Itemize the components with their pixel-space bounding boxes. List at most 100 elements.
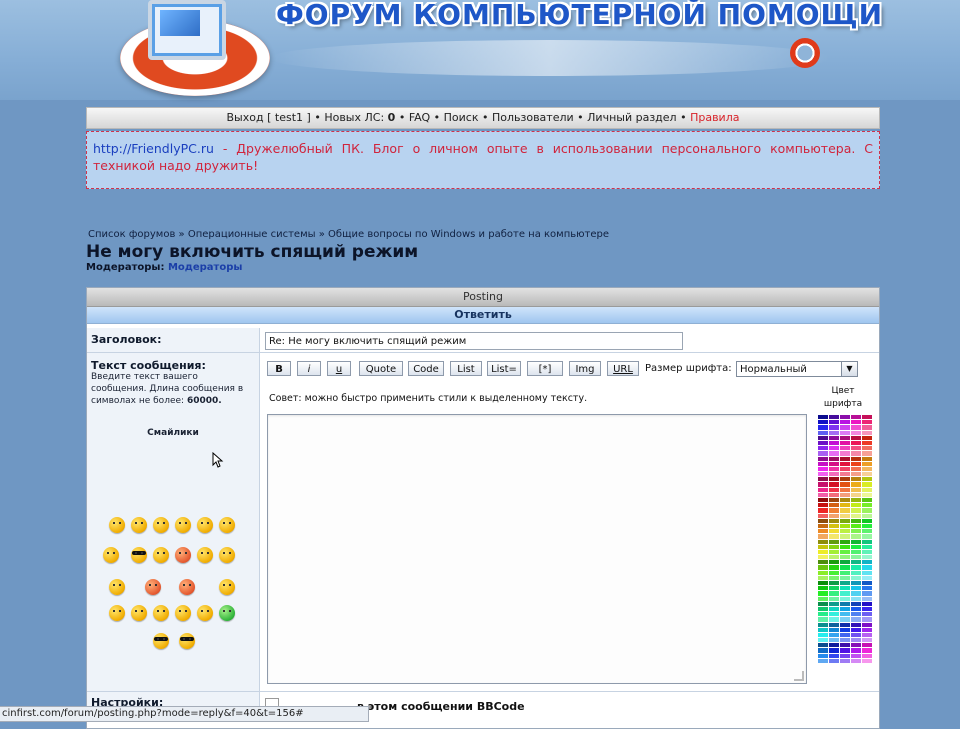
color-swatch[interactable] [829, 539, 839, 544]
color-swatch[interactable] [829, 622, 839, 627]
color-swatch[interactable] [851, 586, 861, 591]
smiley-icon[interactable] [197, 605, 213, 621]
color-swatch[interactable] [818, 451, 828, 456]
color-swatch[interactable] [851, 591, 861, 596]
color-swatch[interactable] [851, 658, 861, 663]
users-link[interactable]: Пользователи [492, 111, 574, 124]
color-swatch[interactable] [851, 477, 861, 482]
color-swatch[interactable] [818, 632, 828, 638]
color-swatch[interactable] [829, 601, 839, 606]
color-swatch[interactable] [862, 518, 872, 523]
color-swatch[interactable] [840, 612, 850, 617]
smiley-icon[interactable] [153, 633, 169, 649]
color-swatch[interactable] [851, 498, 861, 503]
list-item-button[interactable]: [*] [527, 361, 563, 376]
color-swatch[interactable] [829, 555, 839, 560]
color-swatch[interactable] [829, 498, 839, 503]
color-swatch[interactable] [829, 617, 839, 622]
color-swatch[interactable] [829, 586, 839, 591]
subject-input[interactable] [265, 332, 683, 350]
code-button[interactable]: Code [408, 361, 444, 376]
image-button[interactable]: Img [569, 361, 601, 376]
color-swatch[interactable] [862, 508, 872, 513]
color-swatch[interactable] [818, 487, 828, 492]
color-swatch[interactable] [862, 534, 872, 539]
color-swatch[interactable] [862, 643, 872, 648]
color-swatch[interactable] [851, 472, 861, 477]
color-swatch[interactable] [840, 435, 850, 440]
color-swatch[interactable] [818, 472, 828, 477]
smiley-icon[interactable] [219, 547, 235, 563]
smiley-icon[interactable] [197, 547, 213, 563]
color-swatch[interactable] [862, 575, 872, 580]
color-swatch[interactable] [862, 658, 872, 663]
color-swatch[interactable] [851, 581, 861, 586]
color-swatch[interactable] [862, 544, 872, 549]
list-button[interactable]: List [450, 361, 482, 376]
color-swatch[interactable] [818, 430, 828, 435]
color-swatch[interactable] [840, 549, 850, 555]
color-swatch[interactable] [862, 648, 872, 653]
color-swatch[interactable] [818, 508, 828, 513]
color-swatch[interactable] [829, 503, 839, 508]
color-swatch[interactable] [818, 503, 828, 508]
color-swatch[interactable] [840, 586, 850, 591]
color-swatch[interactable] [862, 555, 872, 560]
color-swatch[interactable] [840, 596, 850, 601]
color-swatch[interactable] [862, 581, 872, 586]
color-swatch[interactable] [829, 591, 839, 596]
search-link[interactable]: Поиск [444, 111, 479, 124]
color-swatch[interactable] [829, 430, 839, 435]
color-swatch[interactable] [840, 643, 850, 648]
color-swatch[interactable] [818, 440, 828, 446]
color-swatch[interactable] [851, 622, 861, 627]
color-swatch[interactable] [818, 612, 828, 617]
color-swatch[interactable] [829, 632, 839, 638]
smiley-icon[interactable] [219, 517, 235, 533]
smiley-icon[interactable] [103, 547, 119, 563]
smiley-icon[interactable] [153, 605, 169, 621]
breadcrumb-os[interactable]: Операционные системы [188, 229, 316, 240]
color-swatch[interactable] [829, 482, 839, 487]
color-swatch[interactable] [829, 415, 839, 420]
color-swatch[interactable] [829, 523, 839, 529]
color-swatch[interactable] [851, 555, 861, 560]
breadcrumb-forums[interactable]: Список форумов [88, 229, 175, 240]
smiley-icon[interactable] [175, 547, 191, 563]
color-swatch[interactable] [840, 544, 850, 549]
color-swatch[interactable] [840, 482, 850, 487]
color-swatch[interactable] [829, 596, 839, 601]
color-swatch[interactable] [818, 565, 828, 570]
color-swatch[interactable] [840, 518, 850, 523]
color-swatch[interactable] [818, 498, 828, 503]
color-swatch[interactable] [862, 612, 872, 617]
color-swatch[interactable] [851, 425, 861, 430]
rules-link[interactable]: Правила [690, 111, 739, 124]
color-swatch[interactable] [862, 466, 872, 472]
color-swatch[interactable] [862, 601, 872, 606]
color-swatch[interactable] [818, 622, 828, 627]
color-swatch[interactable] [829, 456, 839, 461]
color-swatch[interactable] [840, 477, 850, 482]
color-swatch[interactable] [840, 446, 850, 451]
color-swatch[interactable] [818, 653, 828, 658]
color-swatch[interactable] [840, 425, 850, 430]
color-swatch[interactable] [818, 591, 828, 596]
color-swatch[interactable] [818, 606, 828, 612]
color-swatch[interactable] [851, 627, 861, 632]
color-swatch[interactable] [851, 503, 861, 508]
font-size-select[interactable]: Нормальный ▼ [736, 361, 858, 377]
color-swatch[interactable] [818, 643, 828, 648]
color-swatch[interactable] [829, 420, 839, 425]
color-swatch[interactable] [851, 513, 861, 518]
color-swatch[interactable] [851, 415, 861, 420]
color-swatch[interactable] [851, 565, 861, 570]
color-swatch[interactable] [818, 466, 828, 472]
color-swatch[interactable] [818, 518, 828, 523]
color-swatch[interactable] [862, 570, 872, 575]
color-swatch[interactable] [862, 560, 872, 565]
color-swatch[interactable] [862, 503, 872, 508]
color-swatch[interactable] [862, 638, 872, 643]
color-swatch[interactable] [840, 451, 850, 456]
color-swatch[interactable] [840, 658, 850, 663]
